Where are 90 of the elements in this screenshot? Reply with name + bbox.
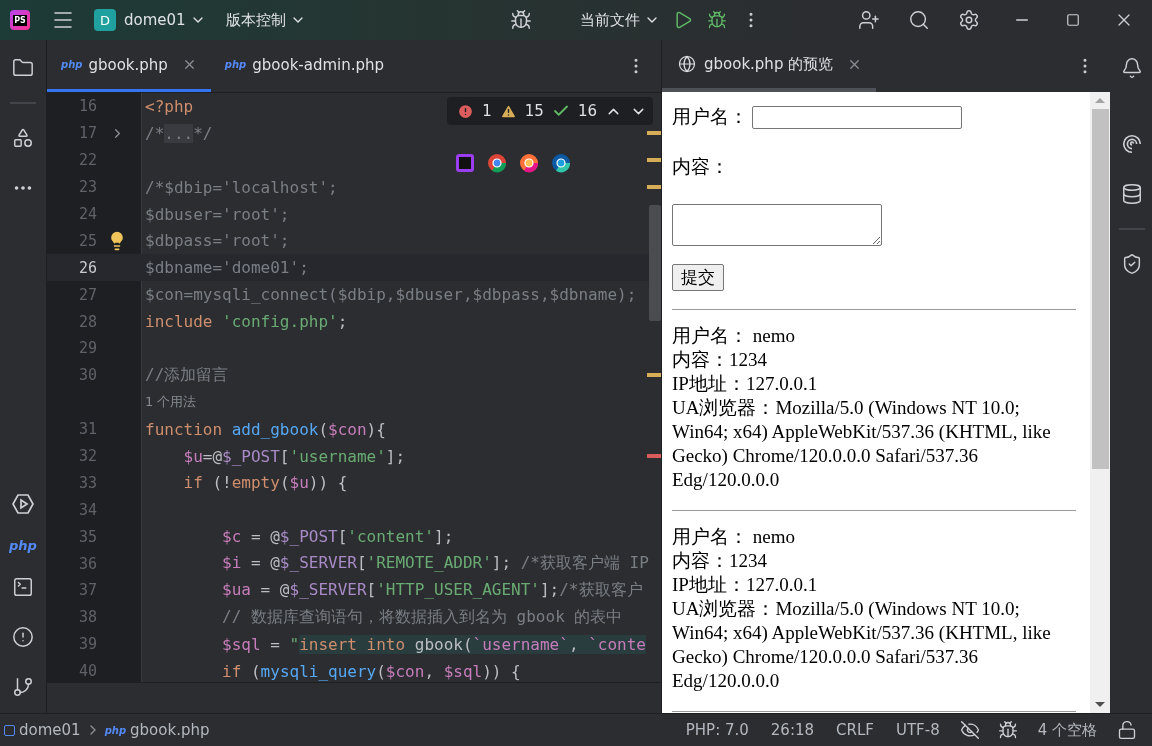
error-icon [457, 102, 475, 120]
php-file-icon: php [224, 59, 247, 70]
editor-tab[interactable]: php gbook-admin.php [210, 40, 399, 92]
inspection-widget[interactable]: 1 15 16 [447, 97, 653, 125]
error-stripe-mark[interactable] [647, 157, 661, 162]
line-number: 26 [77, 258, 97, 277]
code-line: $i = @$_SERVER['REMOTE_ADDR']; /*获取客户端 IP [221, 553, 649, 575]
code-line: $sql = "insert into gbook(`username`, `conte [221, 634, 646, 654]
code-line: $dbpass='root'; [144, 231, 290, 251]
error-count: 1 [482, 102, 492, 120]
php-tool-icon[interactable]: php [9, 538, 37, 553]
line-number: 31 [77, 420, 97, 439]
error-stripe-mark[interactable] [647, 130, 661, 135]
cursor-position[interactable]: 26:18 [761, 721, 824, 739]
app-logo[interactable]: PS [10, 10, 30, 30]
run-config-dropdown[interactable]: 当前文件 [574, 6, 666, 34]
code-line: $c = @$_POST['content']; [221, 527, 454, 547]
php-version[interactable]: PHP: 7.0 [676, 721, 758, 739]
encoding[interactable]: UTF-8 [886, 721, 949, 739]
code-line: $u=@$_POST['username']; [182, 446, 406, 466]
code-line: $dbname='dome01'; [144, 258, 309, 278]
breadcrumb-item[interactable]: gbook.php [130, 721, 210, 739]
code-line: /*...*/ [144, 123, 213, 143]
line-number: 32 [77, 447, 97, 465]
line-number: 27 [77, 285, 97, 304]
entry-text: UA浏览器：Mozilla/5.0 (Windows NT 10.0; Win64; x64) AppleWebKit/537.36 (KHTML, like Gecko) Chrome/120.0.0.0 Safari/537.36 Edg/120.0.0.0 [672, 597, 1052, 693]
code-line: /*$dbip='localhost'; [144, 177, 338, 197]
username-field[interactable] [752, 105, 962, 129]
code-line: $dbuser='root'; [144, 204, 290, 224]
error-stripe-mark[interactable] [647, 453, 661, 458]
line-number: 17 [77, 124, 97, 143]
php-file-icon: php [104, 724, 127, 736]
entry-text: IP地址：127.0.0.1 [672, 372, 819, 396]
code-line: include 'config.php'; [144, 312, 348, 332]
code-line: if (mysqli_query($con, $sql)) { [221, 661, 521, 681]
content-field[interactable] [672, 204, 882, 246]
code-line: $con=mysqli_connect($dbip,$dbuser,$dbpass,$dbname); [144, 285, 637, 305]
line-number: 25 [77, 231, 97, 250]
browser-icon[interactable] [487, 153, 507, 173]
entry-text: 用户名： nemo [672, 525, 796, 549]
browser-icon[interactable] [519, 153, 539, 173]
line-number: 30 [77, 366, 97, 385]
line-number: 35 [77, 527, 97, 546]
error-stripe-mark[interactable] [647, 184, 661, 189]
scrollbar[interactable] [1090, 92, 1110, 713]
line-number: 39 [77, 635, 97, 654]
field-label: 内容： [672, 155, 729, 179]
entry-text: 内容：1234 [672, 549, 768, 573]
line-number: 23 [77, 178, 97, 197]
line-number: 28 [77, 312, 97, 331]
code-line: <?php [144, 96, 194, 116]
line-number: 37 [77, 581, 97, 600]
php-file-icon: php [61, 59, 83, 70]
globe-icon [678, 55, 696, 73]
line-number: 34 [77, 500, 97, 519]
code-line: // 数据库查询语句，将数据插入到名为 gbook 的表中 [221, 606, 623, 628]
warning-icon [499, 102, 517, 120]
error-stripe-mark[interactable] [647, 372, 661, 377]
line-number: 36 [77, 554, 97, 573]
code-line: $ua = @$_SERVER['HTTP_USER_AGENT'];/*获取客户 [221, 579, 643, 601]
code-line: //添加留言 [144, 364, 229, 386]
line-number: 16 [77, 97, 97, 116]
line-number: 29 [77, 339, 97, 358]
browser-icon[interactable] [551, 153, 571, 173]
line-ending[interactable]: CRLF [827, 721, 883, 739]
typo-count: 16 [577, 102, 597, 120]
entry-text: 用户名： nemo [672, 324, 796, 348]
line-number: 33 [77, 473, 97, 492]
entry-text: UA浏览器：Mozilla/5.0 (Windows NT 10.0; Win64; x64) AppleWebKit/537.36 (KHTML, like Gecko) Chrome/120.0.0.0 Safari/537.36 Edg/120.0.0.0 [672, 396, 1052, 492]
usage-hint[interactable]: 1 个用法 [142, 393, 197, 412]
entry-text: IP地址：127.0.0.1 [672, 573, 819, 597]
line-number: 22 [77, 151, 97, 170]
line-number: 24 [77, 205, 97, 223]
module-icon [4, 724, 15, 736]
vcs-dropdown[interactable]: 版本控制 [219, 6, 312, 34]
submit-button[interactable]: 提交 [672, 264, 724, 291]
project-dropdown[interactable]: D dome01 [88, 5, 212, 35]
spiral-icon[interactable] [1121, 133, 1143, 155]
line-number: 40 [77, 662, 97, 681]
code-line: function add_gbook($con){ [144, 419, 386, 439]
warning-count: 15 [524, 102, 544, 120]
code-line: if (!empty($u)) { [182, 473, 348, 493]
indent-setting[interactable]: 4 个空格 [1028, 720, 1106, 740]
breadcrumb-item[interactable]: dome01 [19, 721, 81, 739]
line-number: 38 [77, 608, 97, 627]
services-icon[interactable] [11, 492, 35, 516]
field-label: 用户名： [672, 105, 748, 129]
app-icon[interactable] [455, 153, 475, 173]
entry-text: 内容：1234 [672, 348, 768, 372]
scrollbar-thumb[interactable] [649, 205, 661, 321]
